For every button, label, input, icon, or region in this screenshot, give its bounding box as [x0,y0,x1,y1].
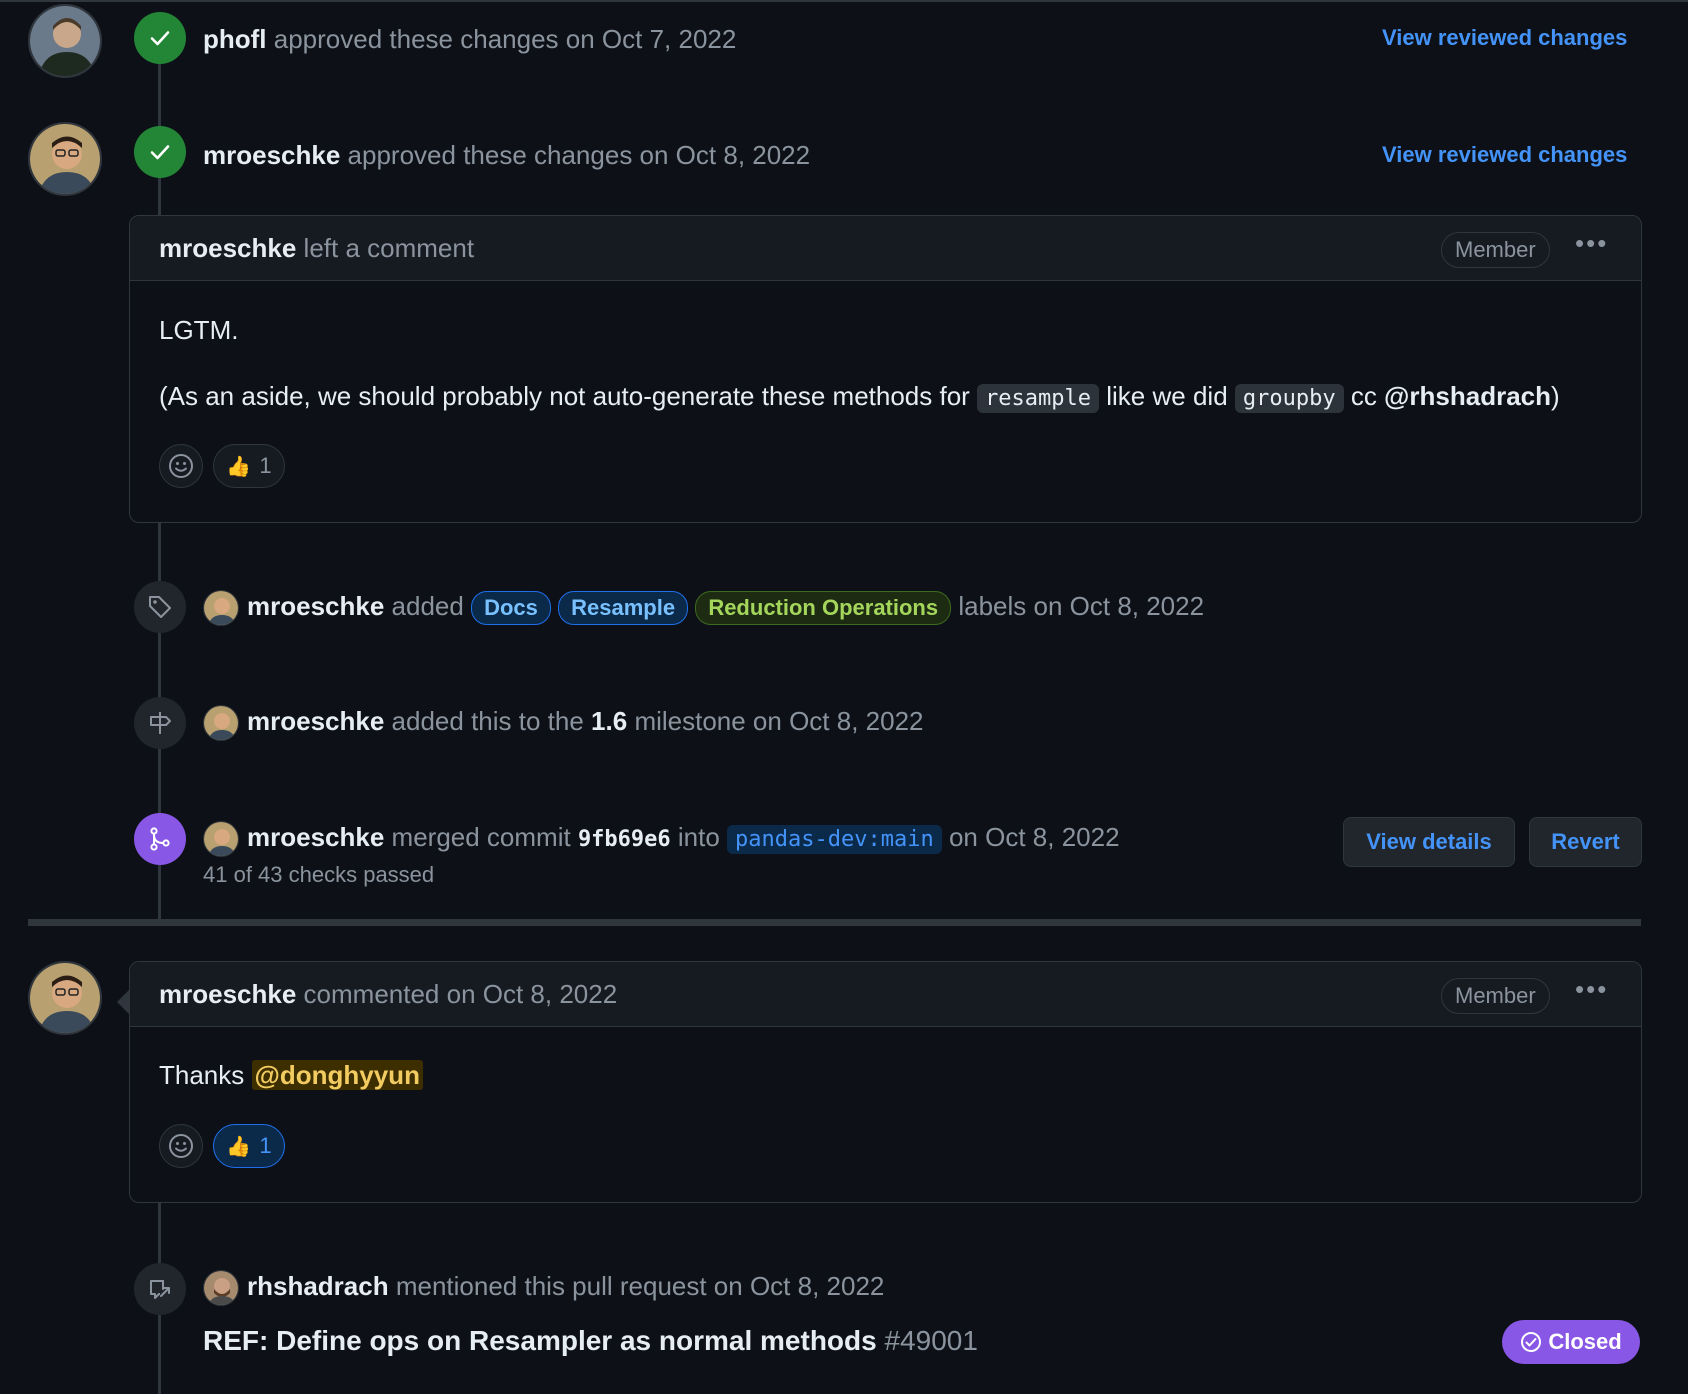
user-link[interactable]: mroeschke [247,706,384,736]
review-action: approved these changes on Oct 8, 2022 [347,140,811,170]
review-mroeschke: mroeschke approved these changes on Oct … [203,137,810,173]
merge-icon [134,813,186,865]
status-label: Closed [1548,1329,1622,1354]
user-link[interactable]: mroeschke [247,822,384,852]
kebab-icon[interactable]: ••• [1575,228,1608,259]
event-verb: added [391,591,464,621]
user-link[interactable]: rhshadrach [247,1271,389,1301]
comment-body-line1: LGTM. [159,315,239,345]
avatar-mroeschke[interactable] [28,122,102,196]
avatar-mroeschke[interactable] [203,705,239,742]
comment-action: left a comment [303,233,475,263]
text: (As an aside, we should probably not aut… [159,381,978,411]
user-link[interactable]: mroeschke [203,140,340,170]
event-suffix: labels on Oct 8, 2022 [958,591,1205,621]
comment-header: mroeschke left a comment Member ••• [130,216,1641,281]
text: ) [1551,381,1560,411]
user-link[interactable]: mroeschke [159,233,296,263]
closed-status-badge: Closed [1502,1320,1640,1364]
top-divider [0,0,1688,2]
review-comment-box: mroeschke left a comment Member ••• LGTM… [129,215,1642,523]
pr-reference[interactable]: REF: Define ops on Resampler as normal m… [203,1323,978,1359]
text: cc [1343,381,1385,411]
smiley-icon [169,454,193,478]
label-docs[interactable]: Docs [471,591,551,626]
comment-author-line: mroeschke commented on Oct 8, 2022 [159,976,617,1012]
mention-event: rhshadrach mentioned this pull request o… [203,1268,885,1307]
event-suffix: milestone on Oct 8, 2022 [634,706,924,736]
event-text: added this to the [391,706,584,736]
role-badge: Member [1441,232,1550,268]
avatar-rhshadrach[interactable] [203,1270,239,1307]
label-resample[interactable]: Resample [558,591,689,626]
reaction-count: 1 [259,453,272,478]
comment-body: Thanks @donghyyun [159,1057,423,1093]
closed-circle-icon [1521,1332,1542,1352]
pr-title-link[interactable]: REF: Define ops on Resampler as normal m… [203,1325,877,1356]
section-divider [28,919,1641,926]
checks-status[interactable]: 41 of 43 checks passed [203,857,434,893]
milestone-link[interactable]: 1.6 [591,706,627,736]
inline-code: resample [977,384,1100,413]
thumbs-up-icon: 👍 [226,455,252,478]
review-action: approved these changes on Oct 7, 2022 [273,24,737,54]
event-text: mentioned this pull request on Oct 8, 20… [395,1271,885,1301]
branch-link[interactable]: pandas-dev:main [727,825,942,854]
inline-code: groupby [1234,384,1344,413]
thumbs-up-reaction[interactable]: 👍 1 [213,1124,285,1168]
user-link[interactable]: mroeschke [247,591,384,621]
text: like we did [1099,381,1235,411]
comment-box: mroeschke commented on Oct 8, 2022 Membe… [129,961,1642,1203]
comment-caret [117,990,129,1014]
event-text: into [677,822,720,852]
avatar-mroeschke[interactable] [28,961,102,1035]
add-reaction-button[interactable] [159,1124,203,1168]
add-reaction-button[interactable] [159,444,203,488]
tag-icon [134,581,186,633]
smiley-icon [169,1134,193,1158]
approved-check-icon [134,126,186,178]
label-reduction-operations[interactable]: Reduction Operations [695,591,952,626]
user-mention[interactable]: @donghyyun [251,1060,423,1090]
comment-author-line: mroeschke left a comment [159,230,474,266]
text: Thanks [159,1060,252,1090]
revert-button[interactable]: Revert [1529,817,1642,867]
event-text: merged commit [391,822,571,852]
merge-event: mroeschke merged commit 9fb69e6 into pan… [203,819,1120,858]
milestone-icon [134,697,186,749]
avatar-phofl[interactable] [28,4,102,78]
cross-reference-icon [134,1263,186,1315]
view-reviewed-changes-link[interactable]: View reviewed changes [1382,142,1627,168]
role-badge: Member [1441,978,1550,1014]
user-link[interactable]: mroeschke [159,979,296,1009]
user-link[interactable]: phofl [203,24,267,54]
reaction-count: 1 [259,1133,272,1158]
labels-event: mroeschke added Docs Resample Reduction … [203,588,1205,627]
kebab-icon[interactable]: ••• [1575,974,1608,1005]
comment-action: commented on Oct 8, 2022 [303,979,618,1009]
avatar-mroeschke[interactable] [203,821,239,858]
pr-number: #49001 [884,1325,978,1356]
thumbs-up-icon: 👍 [226,1135,252,1158]
avatar-mroeschke[interactable] [203,590,239,627]
comment-body-line2: (As an aside, we should probably not aut… [159,378,1560,417]
event-suffix: on Oct 8, 2022 [948,822,1120,852]
milestone-event: mroeschke added this to the 1.6 mileston… [203,703,924,742]
view-details-button[interactable]: View details [1343,817,1515,867]
view-reviewed-changes-link[interactable]: View reviewed changes [1382,25,1627,51]
comment-header: mroeschke commented on Oct 8, 2022 Membe… [130,962,1641,1027]
approved-check-icon [134,12,186,64]
user-mention[interactable]: @rhshadrach [1384,381,1551,411]
thumbs-up-reaction[interactable]: 👍 1 [213,444,285,488]
review-phofl: phofl approved these changes on Oct 7, 2… [203,21,736,57]
commit-link[interactable]: 9fb69e6 [578,827,671,852]
